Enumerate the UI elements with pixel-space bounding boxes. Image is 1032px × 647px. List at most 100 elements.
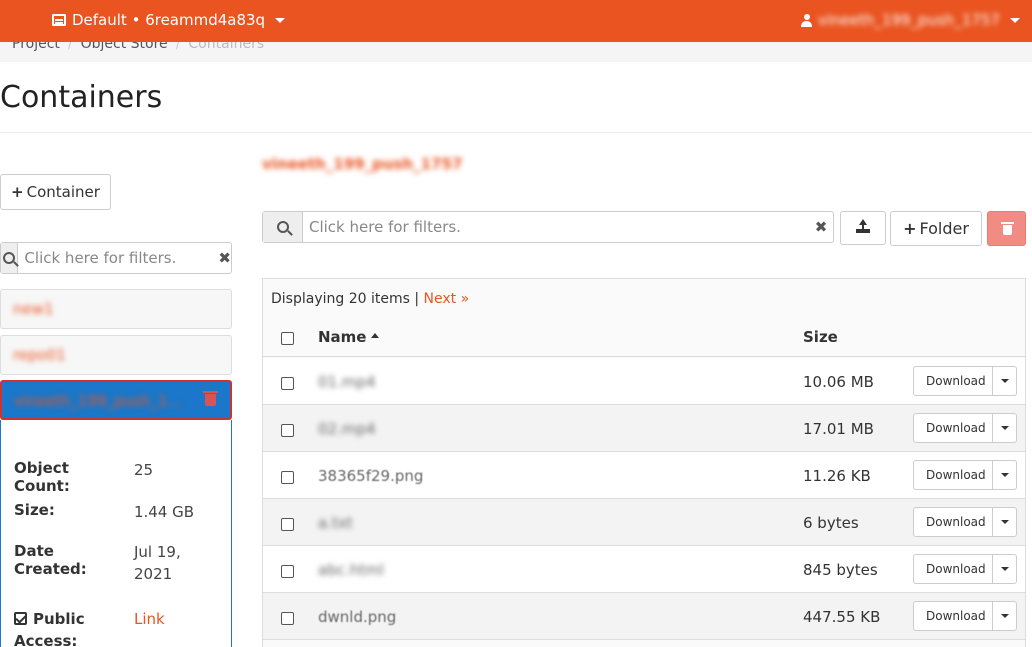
search-icon-addon (1, 243, 19, 273)
table-header: Name Size (263, 319, 1025, 357)
delete-selected-button[interactable] (987, 211, 1026, 246)
chevron-down-icon (1000, 520, 1009, 524)
pagination-info: Displaying 20 items | Next » (271, 291, 469, 307)
detail-value: 1.44 GB (134, 503, 195, 521)
container-title: vineeth_199_push_1757 (262, 155, 463, 173)
trash-icon (1001, 222, 1014, 235)
breadcrumb-project[interactable]: Project (12, 42, 60, 52)
object-search: ✖ (262, 211, 834, 243)
object-size: 845 bytes (803, 561, 878, 579)
plus-icon: + (903, 219, 917, 238)
clear-icon[interactable]: ✖ (218, 243, 231, 273)
download-button-group: Download (913, 366, 1017, 396)
add-container-button[interactable]: + Container (0, 174, 111, 210)
object-size: 10.06 MB (803, 373, 874, 391)
trash-icon[interactable] (203, 391, 218, 406)
detail-value: 25 (134, 461, 154, 479)
container-search-input[interactable] (18, 243, 219, 273)
table-row: 02.mp4 17.01 MB Download (263, 405, 1025, 452)
download-button[interactable]: Download (913, 413, 993, 443)
download-button[interactable]: Download (913, 460, 993, 490)
download-dropdown-toggle[interactable] (993, 413, 1017, 443)
container-item-repo01[interactable]: repo01 (0, 335, 232, 375)
clear-icon[interactable]: ✖ (809, 212, 833, 242)
download-button-group: Download (913, 507, 1017, 537)
displaying-count: Displaying 20 items | (271, 291, 420, 307)
sort-asc-icon (371, 333, 380, 338)
add-container-label: Container (26, 183, 100, 201)
object-name[interactable]: a.txt (318, 514, 353, 532)
download-button-group: Download (913, 413, 1017, 443)
breadcrumb: Project / Object Store / Containers (12, 42, 264, 52)
user-menu-label: vineeth_199_push_1757 (817, 11, 1000, 29)
detail-label: Object Count: (14, 459, 70, 495)
add-folder-label: Folder (919, 219, 969, 238)
row-checkbox[interactable] (281, 471, 294, 484)
table-row: 38365f29.png 11.26 KB Download (263, 452, 1025, 499)
object-search-input[interactable] (303, 212, 809, 242)
row-checkbox[interactable] (281, 612, 294, 625)
table-row: abc.html 845 bytes Download (263, 546, 1025, 593)
download-button-group: Download (913, 460, 1017, 490)
breadcrumb-object-store[interactable]: Object Store (81, 42, 168, 52)
container-item-label: vineeth_199_push_1757 (14, 392, 184, 410)
divider (0, 132, 1032, 133)
download-button[interactable]: Download (913, 554, 993, 584)
chevron-down-icon (1000, 614, 1009, 618)
chevron-down-icon (1000, 473, 1009, 477)
download-dropdown-toggle[interactable] (993, 366, 1017, 396)
table-row: 01.mp4 10.06 MB Download (263, 358, 1025, 405)
user-menu[interactable]: vineeth_199_push_1757 (800, 11, 1020, 29)
container-item-label: new1 (13, 300, 54, 318)
object-name[interactable]: 01.mp4 (318, 373, 376, 391)
breadcrumb-bar: Project / Object Store / Containers (0, 42, 1032, 62)
object-name[interactable]: abc.html (318, 561, 384, 579)
row-checkbox[interactable] (281, 518, 294, 531)
table-row: a.txt 6 bytes Download (263, 499, 1025, 546)
object-name[interactable]: dwnld.png (318, 608, 396, 626)
object-size: 447.55 KB (803, 608, 881, 626)
object-name[interactable]: 02.mp4 (318, 420, 376, 438)
plus-icon: + (11, 183, 24, 201)
user-icon (800, 13, 812, 27)
detail-label: Size: (14, 501, 55, 519)
detail-label: Public Access: (14, 608, 124, 647)
detail-label: Date Created: (14, 542, 87, 578)
row-checkbox[interactable] (281, 424, 294, 437)
download-button[interactable]: Download (913, 601, 993, 631)
detail-value: Jul 19, 2021 (134, 543, 181, 583)
column-header-name[interactable]: Name (318, 328, 380, 346)
chevron-down-icon (275, 17, 286, 23)
checkbox-checked-icon[interactable] (14, 612, 27, 625)
column-header-size: Size (803, 328, 838, 346)
download-dropdown-toggle[interactable] (993, 507, 1017, 537)
download-button[interactable]: Download (913, 366, 993, 396)
row-checkbox[interactable] (281, 565, 294, 578)
container-item-new1[interactable]: new1 (0, 289, 232, 329)
public-access-link[interactable]: Link (134, 608, 214, 630)
download-dropdown-toggle[interactable] (993, 460, 1017, 490)
download-button[interactable]: Download (913, 507, 993, 537)
container-search: ✖ (0, 242, 232, 274)
container-details: Object Count: 25 Size: 1.44 GB Date Crea… (0, 420, 232, 647)
chevron-down-icon (1000, 567, 1009, 571)
breadcrumb-separator: / (67, 42, 73, 52)
objects-table: Displaying 20 items | Next » Name Size 0… (262, 278, 1026, 647)
download-dropdown-toggle[interactable] (993, 601, 1017, 631)
project-selector[interactable]: Default • 6reammd4a83q (52, 11, 286, 29)
upload-button[interactable] (840, 211, 886, 245)
object-size: 6 bytes (803, 514, 859, 532)
container-item-selected[interactable]: vineeth_199_push_1757 (0, 380, 232, 420)
container-item-label: repo01 (13, 346, 66, 364)
object-name[interactable]: 38365f29.png (318, 467, 423, 485)
next-page-link[interactable]: Next » (424, 291, 470, 307)
add-folder-button[interactable]: + Folder (890, 211, 982, 246)
project-selector-label: Default • 6reammd4a83q (72, 11, 266, 29)
chevron-down-icon (1000, 426, 1009, 430)
download-dropdown-toggle[interactable] (993, 554, 1017, 584)
breadcrumb-separator: / (175, 42, 181, 52)
search-icon (276, 221, 289, 233)
row-checkbox[interactable] (281, 377, 294, 390)
chevron-down-icon (1000, 379, 1009, 383)
select-all-checkbox[interactable] (281, 332, 294, 345)
